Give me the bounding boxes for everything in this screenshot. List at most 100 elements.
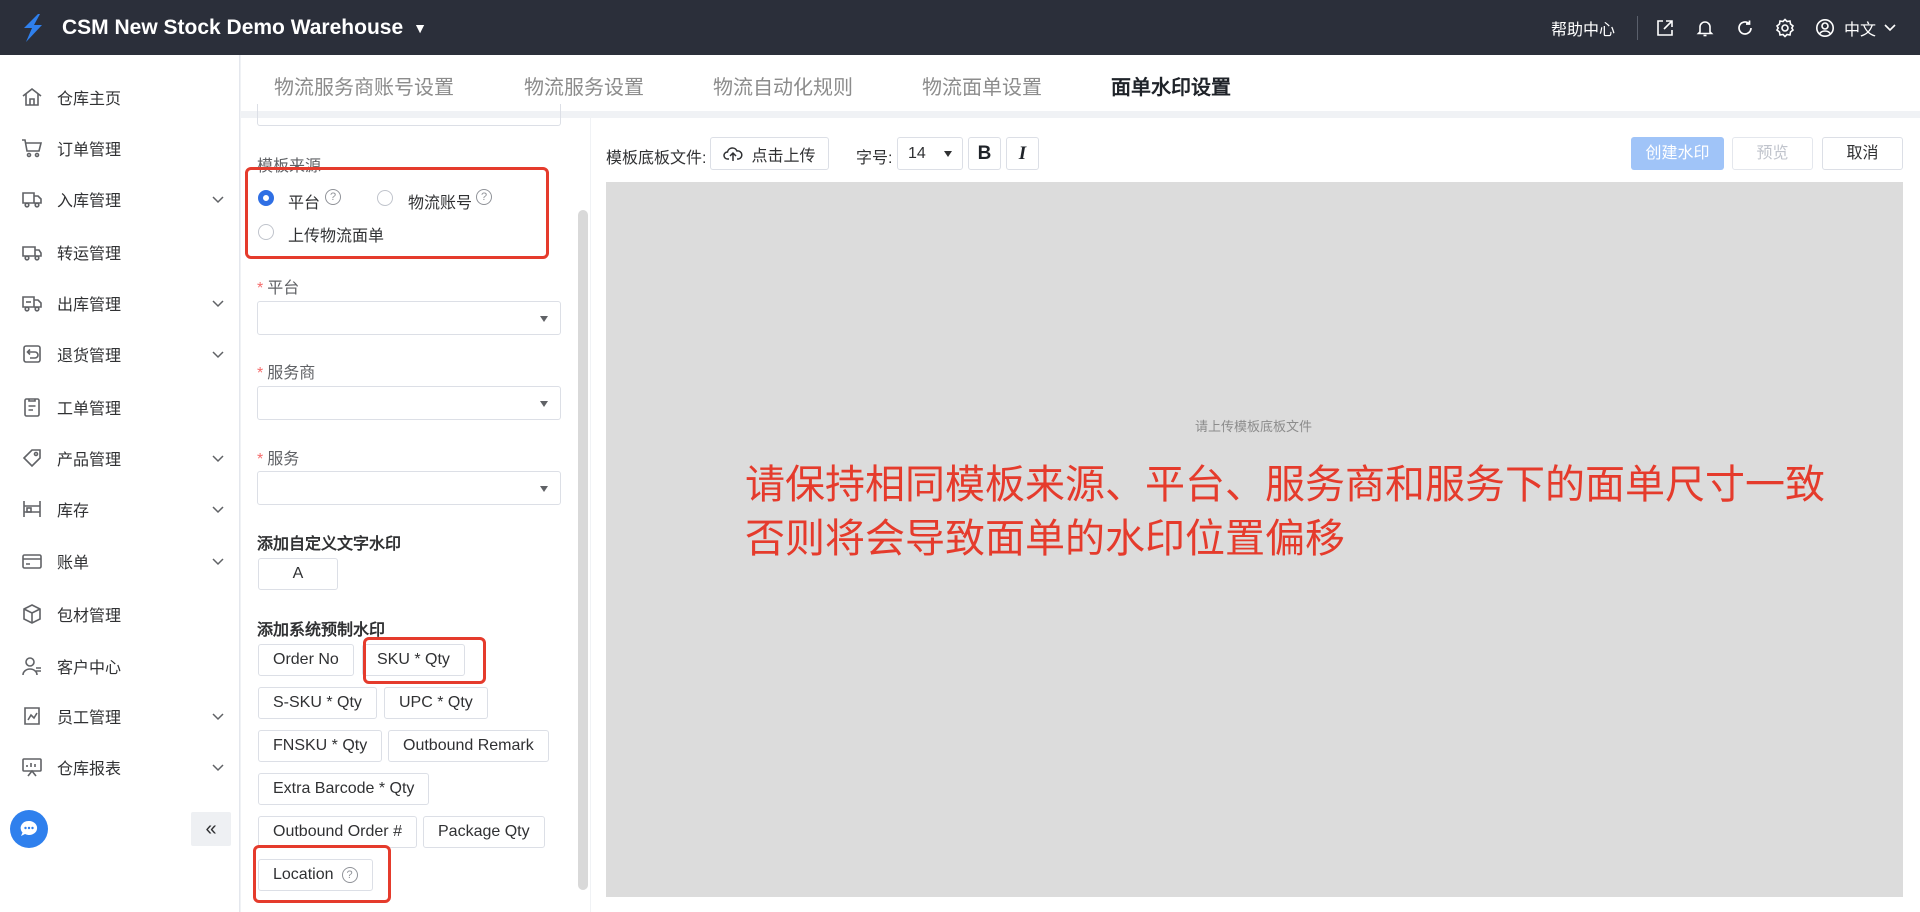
sidebar-item-returns[interactable]: 退货管理: [0, 332, 240, 376]
divider: [1636, 15, 1638, 40]
sidebar-item-orders[interactable]: 订单管理: [0, 126, 240, 170]
sidebar-item-home[interactable]: 仓库主页: [0, 75, 240, 119]
highlight-box: [363, 637, 486, 684]
sidebar-item-label: 入库管理: [57, 193, 122, 210]
clipboard-icon: [19, 394, 45, 420]
add-text-watermark-button[interactable]: A: [258, 558, 338, 590]
italic-button[interactable]: I: [1006, 137, 1039, 170]
truck-out-icon: [19, 290, 45, 316]
chevron-down-icon[interactable]: [210, 553, 226, 569]
return-icon: [19, 341, 45, 367]
chevron-down-icon[interactable]: [210, 346, 226, 362]
form-scrollbar[interactable]: [578, 210, 588, 890]
export-icon[interactable]: [1654, 17, 1676, 39]
canvas-placeholder: 请上传模板底板文件: [1195, 419, 1313, 434]
carrier-select[interactable]: [257, 386, 561, 420]
sidebar-item-label: 产品管理: [57, 452, 122, 469]
cancel-button[interactable]: 取消: [1822, 137, 1903, 170]
tab-carrier-accounts[interactable]: 物流服务商账号设置: [274, 71, 454, 100]
language-label[interactable]: 中文: [1844, 16, 1876, 40]
warning-notice: 请保持相同模板来源、平台、服务商和服务下的面单尺寸一致 否则将会导致面单的水印位…: [745, 458, 1825, 566]
sidebar-item-reports[interactable]: 仓库报表: [0, 745, 240, 789]
gear-icon[interactable]: [1774, 17, 1796, 39]
preview-button[interactable]: 预览: [1732, 137, 1813, 170]
font-size-value: 14: [908, 145, 926, 162]
sidebar-item-customers[interactable]: 客户中心: [0, 644, 240, 688]
sidebar-item-billing[interactable]: 账单: [0, 539, 240, 583]
chevron-down-icon[interactable]: [210, 295, 226, 311]
highlight-box: [253, 845, 391, 903]
tab-automation-rules[interactable]: 物流自动化规则: [713, 71, 853, 100]
preset-watermark-label: 添加系统预制水印: [257, 622, 386, 639]
chip-order-no[interactable]: Order No: [258, 644, 354, 676]
chevron-down-icon[interactable]: ▼: [413, 20, 427, 36]
sidebar-item-label: 工单管理: [57, 401, 122, 418]
create-watermark-button[interactable]: 创建水印: [1631, 137, 1724, 170]
clipped-input[interactable]: [257, 104, 561, 126]
carrier-label: * 服务商: [257, 365, 316, 382]
font-size-label: 字号:: [856, 150, 893, 167]
service-select[interactable]: [257, 471, 561, 505]
language-switcher[interactable]: 中文: [1814, 16, 1896, 40]
sidebar: 仓库主页 订单管理 入库管理 转运管理 出库管理 退货管理 工单管理 产品管理 …: [0, 55, 240, 912]
highlight-box: [245, 167, 549, 259]
customer-icon: [19, 653, 45, 679]
tag-icon: [19, 445, 45, 471]
shelf-icon: [19, 496, 45, 522]
upload-button[interactable]: 点击上传: [710, 137, 829, 170]
template-file-label: 模板底板文件:: [606, 150, 707, 167]
sidebar-item-label: 仓库主页: [57, 91, 122, 108]
sidebar-item-inventory[interactable]: 库存: [0, 487, 240, 531]
user-circle-icon[interactable]: [1814, 17, 1836, 39]
chat-icon[interactable]: [10, 810, 48, 848]
sidebar-item-staff[interactable]: 员工管理: [0, 694, 240, 738]
chip-package-qty[interactable]: Package Qty: [423, 816, 545, 848]
bold-button[interactable]: B: [968, 137, 1001, 170]
staff-icon: [19, 703, 45, 729]
service-label: * 服务: [257, 451, 300, 468]
collapse-sidebar-button[interactable]: «: [191, 812, 231, 846]
chevron-down-icon[interactable]: [210, 450, 226, 466]
tab-label-settings[interactable]: 物流面单设置: [922, 71, 1042, 100]
help-center-link[interactable]: 帮助中心: [1551, 16, 1615, 40]
chevron-down-icon[interactable]: [210, 191, 226, 207]
sidebar-item-label: 库存: [57, 503, 90, 520]
cloud-upload-icon: [723, 146, 743, 161]
chevron-down-icon[interactable]: [210, 759, 226, 775]
upload-button-label: 点击上传: [751, 147, 816, 165]
chevron-down-icon[interactable]: [1884, 23, 1896, 32]
sidebar-item-label: 出库管理: [57, 297, 122, 314]
sidebar-item-label: 客户中心: [57, 660, 122, 677]
chevron-down-icon[interactable]: [210, 708, 226, 724]
chevron-down-icon: [944, 151, 952, 157]
sidebar-item-outbound[interactable]: 出库管理: [0, 281, 240, 325]
tab-logistics-services[interactable]: 物流服务设置: [524, 71, 644, 100]
sidebar-item-label: 转运管理: [57, 246, 122, 263]
custom-text-watermark-label: 添加自定义文字水印: [257, 536, 402, 553]
sidebar-item-packaging[interactable]: 包材管理: [0, 592, 240, 636]
font-size-select[interactable]: 14: [897, 137, 963, 170]
warehouse-name[interactable]: CSM New Stock Demo Warehouse: [62, 16, 403, 40]
tab-label-watermark[interactable]: 面单水印设置: [1111, 71, 1231, 100]
truck-icon: [19, 239, 45, 265]
chip-outbound-remark[interactable]: Outbound Remark: [388, 730, 549, 762]
sidebar-item-work-orders[interactable]: 工单管理: [0, 385, 240, 429]
chip-s-sku-qty[interactable]: S-SKU * Qty: [258, 687, 377, 719]
report-icon: [19, 754, 45, 780]
chip-outbound-order[interactable]: Outbound Order #: [258, 816, 417, 848]
refresh-icon[interactable]: [1734, 17, 1756, 39]
notice-line-2: 否则将会导致面单的水印位置偏移: [745, 517, 1345, 561]
sidebar-item-inbound[interactable]: 入库管理: [0, 177, 240, 221]
home-icon: [19, 84, 45, 110]
chip-extra-barcode-qty[interactable]: Extra Barcode * Qty: [258, 773, 430, 805]
sidebar-item-products[interactable]: 产品管理: [0, 436, 240, 480]
chip-fnsku-qty[interactable]: FNSKU * Qty: [258, 730, 383, 762]
sidebar-item-transfer[interactable]: 转运管理: [0, 230, 240, 274]
platform-select[interactable]: [257, 301, 561, 335]
tab-bar: 物流服务商账号设置 物流服务设置 物流自动化规则 物流面单设置 面单水印设置: [241, 55, 1920, 111]
logo-icon[interactable]: [14, 9, 52, 47]
cart-icon: [19, 135, 45, 161]
chip-upc-qty[interactable]: UPC * Qty: [384, 687, 488, 719]
chevron-down-icon[interactable]: [210, 501, 226, 517]
bell-icon[interactable]: [1694, 17, 1716, 39]
